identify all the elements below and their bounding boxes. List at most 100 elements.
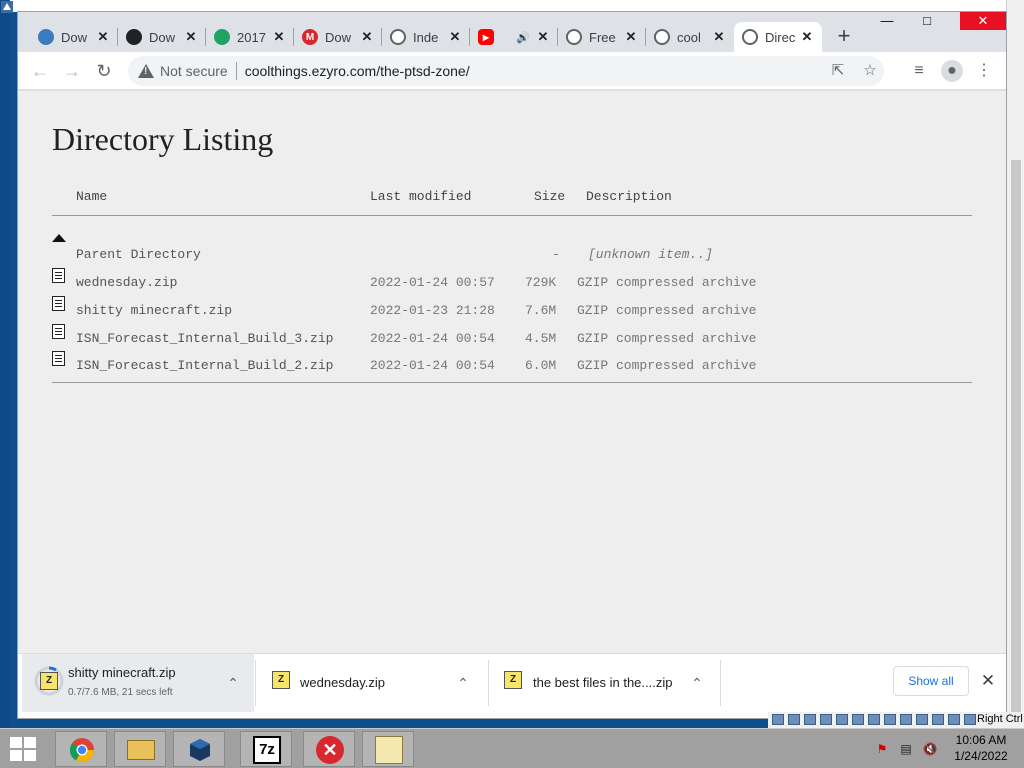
vbox-disk-icon[interactable] [772, 714, 784, 725]
chevron-up-icon[interactable]: ⌃ [224, 674, 242, 692]
close-tab-icon[interactable]: ✕ [624, 29, 638, 45]
chevron-up-icon[interactable]: ⌃ [688, 674, 706, 692]
browser-tab[interactable]: Free ✕ [558, 22, 646, 52]
close-window-button[interactable]: ✕ [960, 12, 1006, 30]
vbox-shared-folder-icon[interactable] [852, 714, 864, 725]
zip-file-icon: Z [504, 671, 522, 689]
windows-start-icon[interactable] [10, 737, 38, 761]
vbox-record-icon[interactable] [884, 714, 896, 725]
url-text[interactable]: coolthings.ezyro.com/the-ptsd-zone/ [245, 63, 470, 79]
menu-kebab-icon[interactable]: ⋮ [973, 60, 995, 82]
column-header-modified[interactable]: Last modified [370, 189, 471, 204]
taskbar-error-app[interactable]: ✕ [303, 731, 355, 767]
vbox-audio-icon[interactable] [804, 714, 816, 725]
tab-title: Free [589, 29, 616, 45]
browser-tab[interactable]: Direc ✕ [734, 22, 822, 52]
column-header-description[interactable]: Description [586, 189, 672, 204]
vbox-pointer-icon[interactable] [948, 714, 960, 725]
address-bar[interactable]: Not secure coolthings.ezyro.com/the-ptsd… [128, 56, 884, 86]
download-item[interactable]: Z wednesday.zip ⌃ [258, 654, 486, 712]
profile-avatar-icon[interactable]: ● [941, 60, 963, 82]
chevron-up-icon[interactable]: ⌃ [454, 674, 472, 692]
close-shelf-icon[interactable]: ✕ [978, 671, 998, 691]
file-icon[interactable] [52, 268, 65, 283]
security-flag-icon[interactable]: ⚑ [874, 741, 890, 757]
new-tab-button[interactable]: + [832, 25, 856, 49]
tab-title: Dow [325, 29, 352, 45]
column-header-name[interactable]: Name [76, 189, 107, 204]
browser-tab[interactable]: Inde ✕ [382, 22, 470, 52]
file-icon[interactable] [52, 351, 65, 366]
not-secure-warning-icon[interactable] [138, 63, 154, 79]
vbox-arrow-icon[interactable] [964, 714, 976, 725]
browser-tab[interactable]: 2017 ✕ [206, 22, 294, 52]
close-tab-icon[interactable]: ✕ [272, 29, 286, 45]
vbox-mouse-icon[interactable] [916, 714, 928, 725]
vbox-usb-icon[interactable] [836, 714, 848, 725]
download-filename[interactable]: the best files in the....zip [533, 675, 672, 690]
bookmark-star-icon[interactable]: ☆ [860, 61, 880, 81]
close-tab-icon[interactable]: ✕ [96, 29, 110, 45]
browser-tab[interactable]: Dow ✕ [118, 22, 206, 52]
file-link[interactable]: ISN_Forecast_Internal_Build_2.zip [76, 358, 333, 373]
download-item[interactable]: Z the best files in the....zip ⌃ [492, 654, 720, 712]
column-header-size[interactable]: Size [534, 189, 565, 204]
browser-tab[interactable]: Dow ✕ [30, 22, 118, 52]
globe-icon [742, 29, 758, 45]
share-icon[interactable]: ⇱ [828, 61, 848, 81]
security-label[interactable]: Not secure [160, 63, 228, 79]
vbox-scrollbar-thumb[interactable] [1011, 160, 1021, 720]
file-link[interactable]: ISN_Forecast_Internal_Build_3.zip [76, 331, 333, 346]
taskbar-virtualbox[interactable] [173, 731, 225, 767]
download-item[interactable]: Z shitty minecraft.zip 0.7/7.6 MB, 21 se… [22, 654, 254, 712]
footer-divider [52, 382, 972, 383]
parent-directory-link[interactable]: Parent Directory [76, 247, 201, 262]
forward-icon[interactable]: → [60, 59, 84, 83]
taskbar-notepad[interactable] [362, 731, 414, 767]
close-tab-icon[interactable]: ✕ [184, 29, 198, 45]
close-tab-icon[interactable]: ✕ [800, 29, 814, 45]
browser-tab[interactable]: cool ✕ [646, 22, 734, 52]
vbox-scrollbar[interactable] [1006, 0, 1024, 728]
network-icon[interactable]: ▤ [898, 741, 914, 757]
back-icon[interactable]: ← [28, 59, 52, 83]
tab-title: Dow [61, 29, 88, 45]
file-link[interactable]: shitty minecraft.zip [76, 303, 232, 318]
maximize-button[interactable]: □ [908, 12, 946, 30]
vbox-keyboard-icon[interactable] [932, 714, 944, 725]
globe-icon [390, 29, 406, 45]
vbox-network-icon[interactable] [820, 714, 832, 725]
reload-icon[interactable]: ↻ [92, 59, 116, 83]
parent-directory-icon[interactable] [52, 234, 66, 242]
close-tab-icon[interactable]: ✕ [536, 29, 550, 45]
download-separator [255, 660, 256, 706]
file-icon[interactable] [52, 324, 65, 339]
audio-playing-icon[interactable]: 🔊 [516, 31, 530, 44]
download-filename[interactable]: shitty minecraft.zip [68, 665, 176, 680]
file-description: GZIP compressed archive [577, 303, 757, 318]
taskbar-chrome[interactable] [55, 731, 107, 767]
system-clock[interactable]: 10:06 AM 1/24/2022 [948, 732, 1014, 764]
close-tab-icon[interactable]: ✕ [360, 29, 374, 45]
file-size: 729K [525, 275, 557, 290]
close-tab-icon[interactable]: ✕ [448, 29, 462, 45]
show-all-button[interactable]: Show all [893, 666, 969, 696]
virtualbox-icon [190, 739, 210, 761]
tab-separator [205, 28, 206, 46]
download-filename[interactable]: wednesday.zip [300, 675, 385, 690]
vbox-optical-icon[interactable] [788, 714, 800, 725]
file-icon[interactable] [52, 296, 65, 311]
vbox-display-icon[interactable] [868, 714, 880, 725]
volume-muted-icon[interactable]: 🔇 [922, 741, 938, 757]
youtube-icon: ▶ [478, 29, 494, 45]
vbox-cpu-icon[interactable] [900, 714, 912, 725]
taskbar-7zip[interactable]: 7z [240, 731, 292, 767]
browser-tab[interactable]: M Dow ✕ [294, 22, 382, 52]
close-tab-icon[interactable]: ✕ [712, 29, 726, 45]
taskbar-file-explorer[interactable] [114, 731, 166, 767]
tab-separator [381, 28, 382, 46]
file-link[interactable]: wednesday.zip [76, 275, 177, 290]
browser-tab[interactable]: ▶ 🔊 ✕ [470, 22, 558, 52]
reading-list-icon[interactable]: ≡ [908, 60, 930, 82]
minimize-button[interactable]: — [868, 12, 906, 30]
